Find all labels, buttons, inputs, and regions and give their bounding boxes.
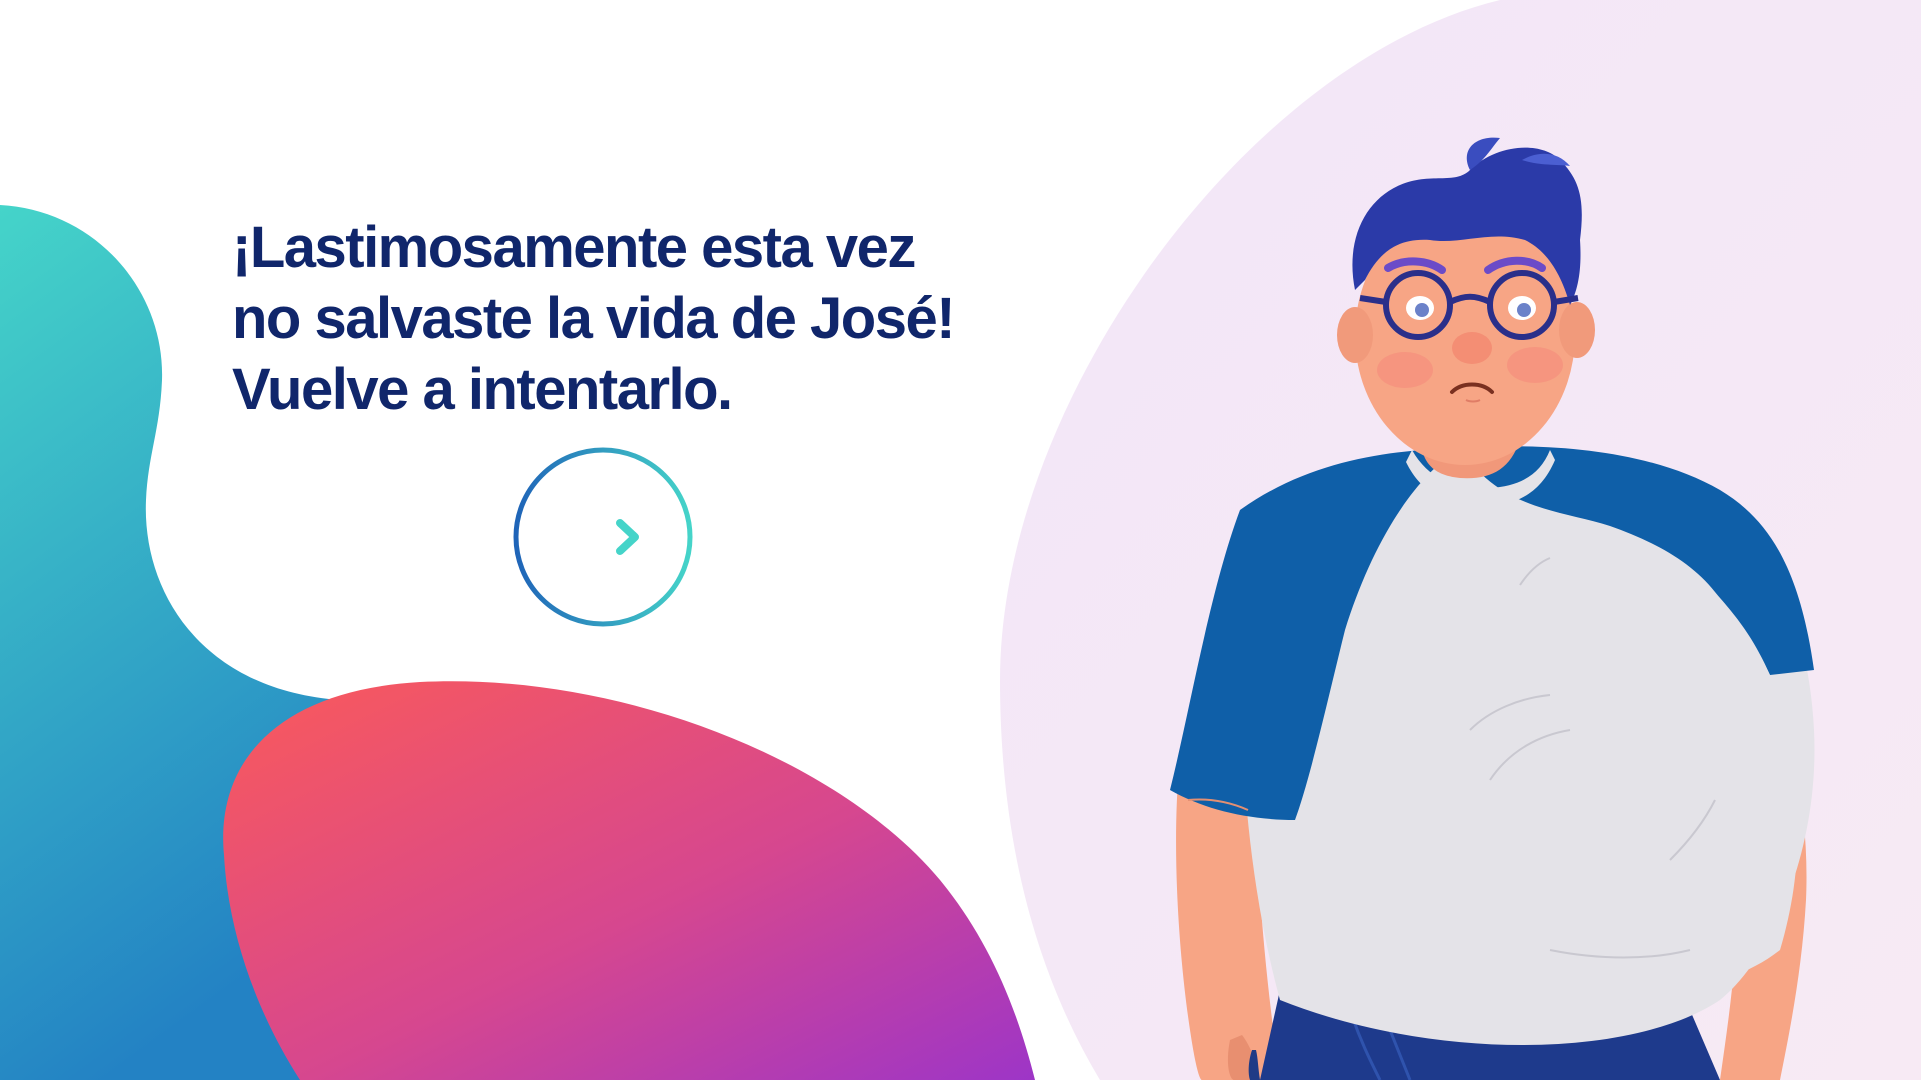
ear-left <box>1337 307 1373 363</box>
ear-right <box>1559 302 1595 358</box>
message-line-3: Vuelve a intentarlo. <box>232 357 733 422</box>
message-line-2: no salvaste la vida de José! <box>232 286 956 351</box>
nose <box>1452 332 1492 364</box>
failure-message: ¡Lastimosamente esta vez no salvaste la … <box>232 212 1112 425</box>
retry-button[interactable] <box>512 446 694 628</box>
pink-blob <box>223 681 1036 1080</box>
jose-character-illustration <box>1170 137 1815 1080</box>
game-over-screen: ¡Lastimosamente esta vez no salvaste la … <box>0 0 1921 1080</box>
message-line-1: ¡Lastimosamente esta vez <box>232 215 916 280</box>
arrow-right-icon <box>513 447 693 627</box>
